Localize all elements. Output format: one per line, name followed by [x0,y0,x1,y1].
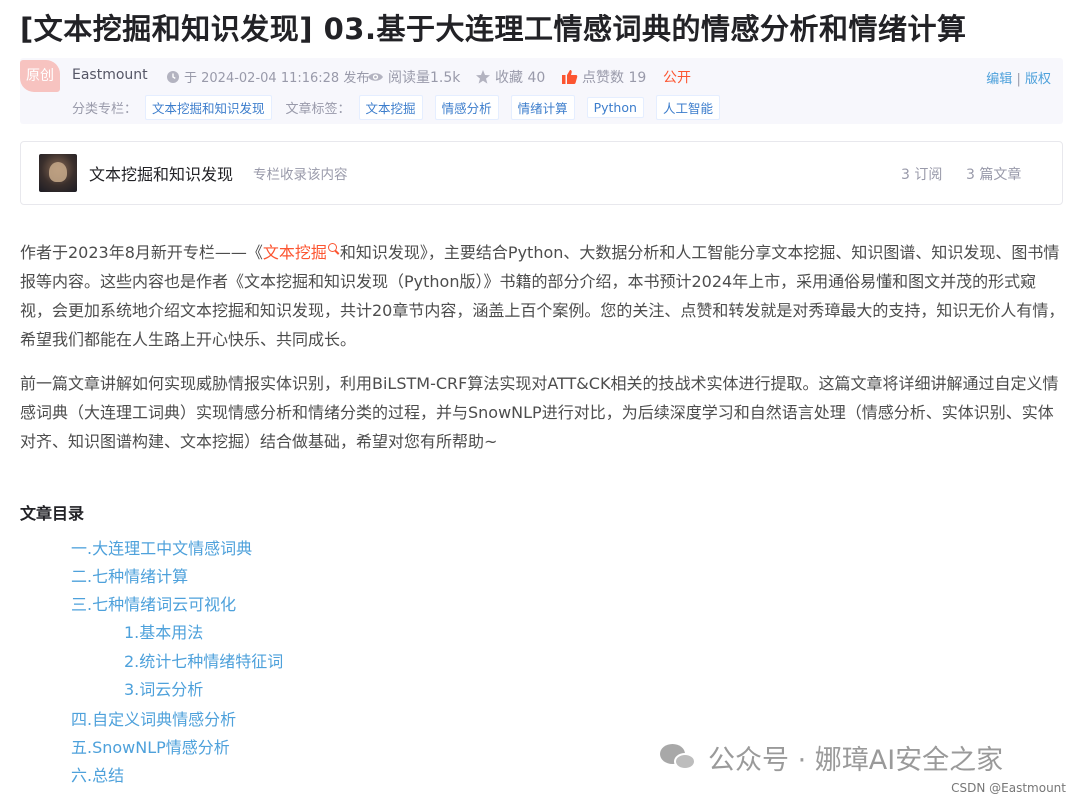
clock-icon [167,70,179,83]
intro-p1-prefix: 作者于2023年8月新开专栏——《 [20,243,263,262]
column-card[interactable]: 文本挖掘和知识发现 专栏收录该内容 3 订阅 3 篇文章 [20,141,1063,205]
toc-item[interactable]: 一.大连理工中文情感词典 [71,535,252,559]
toc-title: 文章目录 [20,504,85,523]
column-description: 专栏收录该内容 [253,167,348,183]
article-title: [文本挖掘和知识发现] 03.基于大连理工情感词典的情感分析和情绪计算 [20,12,967,46]
star-icon [476,70,490,84]
article-tag[interactable]: 情感分析 [434,94,499,120]
tags-label: 文章标签： [285,101,351,117]
read-count-text: 阅读量1.5k [388,70,461,86]
toc-item[interactable]: 六.总结 [71,762,124,786]
favorite-count-text: 收藏 40 [495,70,546,86]
toc-subitem[interactable]: 2.统计七种情绪特征词 [124,648,283,672]
article-tag[interactable]: 文本挖掘 [358,94,423,120]
intro-paragraph-1: 作者于2023年8月新开专栏——《文本挖掘 和知识发现》，主要结合Python、大… [20,238,1065,354]
category-tag[interactable]: 文本挖掘和知识发现 [145,94,272,120]
like-count-text: 点赞数 19 [582,70,647,86]
read-count: 阅读量1.5k [367,67,460,87]
article-tag[interactable]: 人工智能 [655,94,720,120]
article-tag[interactable]: 情绪计算 [510,94,575,120]
article-tag[interactable]: Python [586,96,644,118]
column-avatar[interactable] [39,154,77,192]
csdn-credit: CSDN @Eastmount [951,781,1066,795]
toc-item[interactable]: 五.SnowNLP情感分析 [71,734,230,758]
favorite-count[interactable]: 收藏 40 [475,67,545,87]
column-name[interactable]: 文本挖掘和知识发现 [89,161,233,185]
publish-time-text: 于 2024-02-04 11:16:28 发布 [184,71,370,86]
edit-separator: | [1016,72,1021,87]
column-article-count: 3 篇文章 [966,167,1022,183]
toc-item[interactable]: 四.自定义词典情感分析 [71,706,236,730]
edit-links: 编辑 | 版权 [986,68,1051,87]
toc-subitem[interactable]: 3.词云分析 [124,676,203,700]
category-tags-row: 分类专栏： 文本挖掘和知识发现 文章标签： 文本挖掘 情感分析 情绪计算 Pyt… [72,94,732,120]
visibility-label: 公开 [663,70,691,86]
toc-subitem[interactable]: 1.基本用法 [124,619,203,643]
search-icon[interactable] [327,243,340,255]
thumbs-up-icon [562,70,578,84]
column-subscriptions: 3 订阅 [901,167,943,183]
edit-link[interactable]: 编辑 [986,72,1012,87]
watermark-text: 公众号 · 娜璋AI安全之家 [708,745,1004,776]
toc-item[interactable]: 三.七种情绪词云可视化 [71,591,236,615]
keyword-link[interactable]: 文本挖掘 [263,243,327,262]
like-count[interactable]: 点赞数 19 [561,67,646,87]
wechat-icon [660,742,700,774]
publish-time: 于 2024-02-04 11:16:28 发布 [166,67,369,86]
watermark: 公众号 · 娜璋AI安全之家 [660,738,1003,777]
category-label: 分类专栏： [72,101,138,117]
eye-icon [368,73,383,81]
original-badge: 原创 [20,60,60,92]
article-meta-box: 原创 Eastmount 于 2024-02-04 11:16:28 发布 阅读… [20,58,1063,124]
author-link[interactable]: Eastmount [72,67,148,83]
copyright-link[interactable]: 版权 [1025,72,1051,87]
toc-item[interactable]: 二.七种情绪计算 [71,563,188,587]
intro-paragraph-2: 前一篇文章讲解如何实现威胁情报实体识别，利用BiLSTM-CRF算法实现对ATT… [20,374,1059,451]
